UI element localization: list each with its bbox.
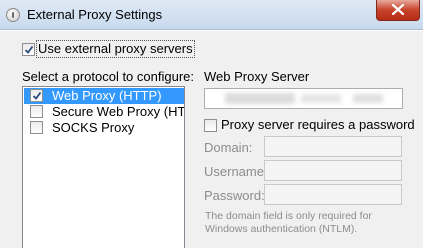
- protocol-list[interactable]: Web Proxy (HTTP) Secure Web Proxy (HT...…: [22, 86, 185, 248]
- requires-password-label[interactable]: Proxy server requires a password: [221, 117, 415, 133]
- app-icon: [6, 8, 20, 22]
- protocol-item-label: Web Proxy (HTTP): [52, 88, 162, 103]
- redacted-port-text: [353, 94, 383, 103]
- username-label: Username:: [204, 164, 268, 179]
- web-proxy-server-input[interactable]: [204, 88, 403, 109]
- protocol-list-label: Select a protocol to configure:: [22, 69, 194, 84]
- protocol-socks-checkbox[interactable]: [30, 121, 43, 134]
- close-icon: [392, 4, 404, 15]
- domain-field[interactable]: [264, 136, 402, 157]
- protocol-item-socks[interactable]: SOCKS Proxy: [24, 120, 184, 136]
- redacted-server-text: [301, 94, 341, 103]
- checkmark-icon: [32, 91, 42, 100]
- protocol-item-http[interactable]: Web Proxy (HTTP): [24, 88, 184, 104]
- title-bar: External Proxy Settings: [0, 0, 423, 30]
- use-external-proxy-checkbox[interactable]: [22, 43, 35, 56]
- dialog-body: Use external proxy servers Select a prot…: [0, 31, 423, 248]
- requires-password-checkbox[interactable]: [204, 119, 217, 132]
- window-title: External Proxy Settings: [27, 7, 163, 22]
- close-button[interactable]: [376, 0, 420, 21]
- protocol-item-https[interactable]: Secure Web Proxy (HT...: [24, 104, 184, 120]
- redacted-server-text: [225, 93, 295, 104]
- ntlm-help-note: The domain field is only required for Wi…: [205, 210, 372, 235]
- password-field[interactable]: [264, 184, 402, 205]
- username-field[interactable]: [264, 160, 402, 181]
- protocol-item-label: SOCKS Proxy: [52, 120, 135, 135]
- protocol-http-checkbox[interactable]: [30, 89, 43, 102]
- password-label: Password:: [204, 188, 265, 203]
- protocol-item-label: Secure Web Proxy (HT...: [52, 104, 184, 119]
- web-proxy-server-label: Web Proxy Server: [204, 69, 310, 84]
- protocol-https-checkbox[interactable]: [30, 105, 43, 118]
- use-external-proxy-label[interactable]: Use external proxy servers: [36, 40, 195, 58]
- checkmark-icon: [24, 45, 34, 54]
- domain-label: Domain:: [204, 140, 253, 155]
